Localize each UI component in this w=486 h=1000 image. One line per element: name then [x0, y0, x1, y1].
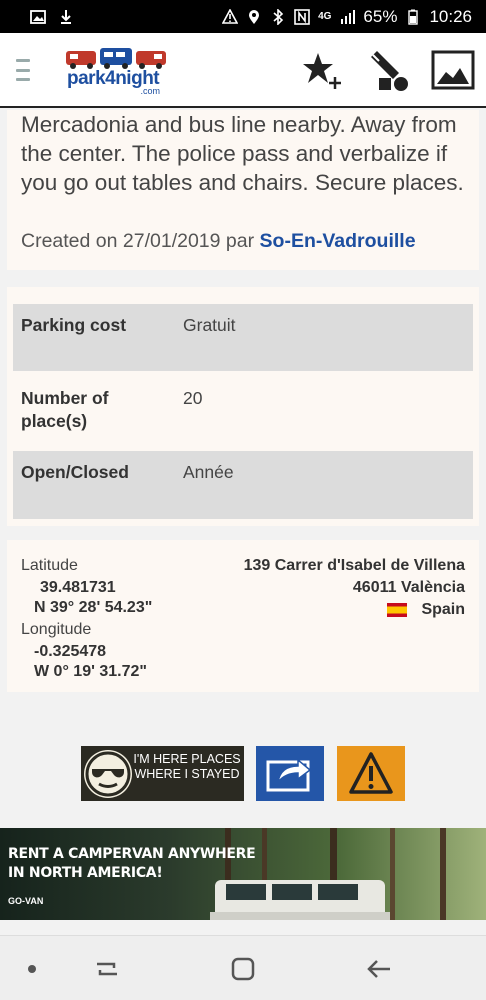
ad-brand: GO-VAN — [8, 896, 44, 906]
latitude-dms[interactable]: N 39° 28' 54.23" — [34, 599, 152, 617]
share-button[interactable] — [256, 746, 324, 801]
info-table: Parking cost Gratuit Number of place(s) … — [7, 287, 479, 526]
spain-flag-icon — [387, 602, 408, 617]
ad-banner[interactable]: RENT A CAMPERVAN ANYWHERE IN NORTH AMERI… — [0, 828, 486, 920]
share-icon — [266, 758, 312, 792]
address-country: Spain — [387, 601, 465, 619]
info-label: Parking cost — [21, 315, 127, 335]
edit-icon[interactable] — [365, 47, 411, 93]
created-prefix: Created on 27/01/2019 par — [21, 230, 255, 252]
warning-triangle-icon — [349, 752, 393, 794]
im-here-button[interactable]: I'M HERE PLACES WHERE I STAYED — [81, 746, 244, 801]
download-icon — [61, 9, 71, 24]
description-text: Mercadonia and bus line nearby. Away fro… — [21, 112, 464, 195]
address-city: 46011 València — [352, 579, 465, 596]
info-label: Open/Closed — [21, 462, 129, 482]
battery-icon — [408, 9, 419, 25]
latitude-label: Latitude — [21, 557, 78, 574]
country-name: Spain — [421, 601, 465, 618]
info-label: Number of place(s) — [21, 388, 109, 431]
info-row-open-closed: Open/Closed Année — [13, 451, 473, 519]
dot-icon[interactable] — [17, 954, 47, 984]
clock: 10:26 — [429, 6, 472, 26]
ad-line2: IN NORTH AMERICA! — [8, 865, 163, 881]
system-nav-bar — [0, 935, 486, 1000]
back-icon[interactable] — [364, 954, 394, 984]
report-button[interactable] — [337, 746, 405, 801]
logo[interactable]: park4night .com — [64, 45, 168, 96]
info-row-places: Number of place(s) 20 — [13, 371, 473, 451]
address-street: 139 Carrer d'Isabel de Villena — [243, 557, 465, 574]
action-buttons: I'M HERE PLACES WHERE I STAYED — [81, 746, 406, 801]
description-card: Mercadonia and bus line nearby. Away fro… — [7, 110, 479, 270]
im-here-label: I'M HERE PLACES WHERE I STAYED — [133, 752, 241, 781]
warning-icon — [222, 8, 239, 24]
longitude-label: Longitude — [21, 621, 92, 638]
info-value: Gratuit — [183, 315, 236, 335]
location-card: Latitude 39.481731 N 39° 28' 54.23" Long… — [7, 540, 479, 692]
app-bar: park4night .com — [0, 33, 486, 108]
battery-percent: 65% — [363, 6, 398, 26]
logo-suffix: .com — [140, 86, 160, 96]
photo-icon[interactable] — [430, 47, 476, 93]
created-line: Created on 27/01/2019 par So-En-Vadrouil… — [21, 230, 416, 253]
home-icon[interactable] — [228, 954, 258, 984]
author-link[interactable]: So-En-Vadrouille — [260, 230, 416, 252]
bluetooth-icon — [273, 8, 284, 25]
status-bar: 4G 65% 10:26 — [0, 0, 486, 33]
info-value: 20 — [183, 388, 203, 408]
add-favorite-icon[interactable] — [300, 47, 346, 93]
info-value: Année — [183, 462, 234, 482]
signal-icon — [341, 9, 356, 24]
nfc-icon — [294, 8, 310, 25]
network-type: 4G — [318, 11, 332, 22]
menu-icon[interactable] — [16, 59, 30, 81]
sunglasses-face-icon — [84, 750, 132, 798]
latitude-decimal[interactable]: 39.481731 — [40, 579, 116, 597]
info-row-parking-cost: Parking cost Gratuit — [13, 304, 473, 371]
location-icon — [249, 9, 260, 24]
ad-headline: RENT A CAMPERVAN ANYWHERE IN NORTH AMERI… — [8, 845, 256, 883]
longitude-dms[interactable]: W 0° 19' 31.72" — [34, 663, 147, 681]
image-icon — [30, 9, 46, 24]
longitude-decimal[interactable]: -0.325478 — [34, 643, 106, 661]
recent-apps-icon[interactable] — [92, 954, 122, 984]
ad-line1: RENT A CAMPERVAN ANYWHERE — [8, 846, 256, 862]
